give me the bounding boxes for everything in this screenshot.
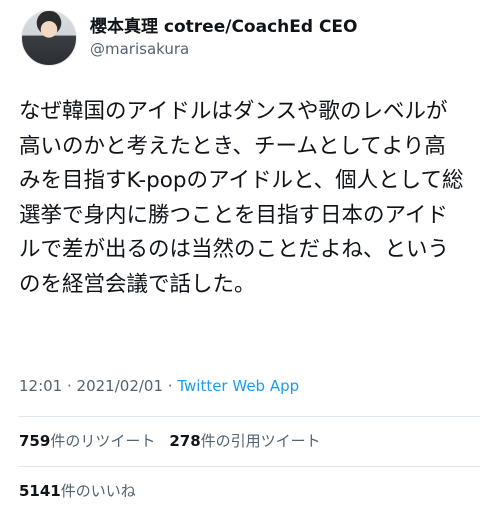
meta-separator: · [62, 377, 77, 395]
retweets-count: 759 [19, 432, 51, 450]
author-handle[interactable]: @marisakura [90, 38, 358, 60]
likes-count: 5141 [19, 482, 61, 500]
tweet-text: なぜ韓国のアイドルはダンスや歌のレベルが高いのかと考えたとき、チームとしてより高… [19, 99, 464, 297]
avatar[interactable] [21, 10, 77, 66]
divider [19, 416, 480, 417]
divider [19, 466, 480, 467]
quotes-label: 件の引用ツイート [200, 432, 321, 450]
tweet-source-link[interactable]: Twitter Web App [177, 377, 299, 395]
author-info: 櫻本真理 cotree/CoachEd CEO @marisakura [90, 16, 358, 60]
author-display-name[interactable]: 櫻本真理 cotree/CoachEd CEO [90, 16, 358, 38]
engagement-stats: 759件のリツイート 278件の引用ツイート [19, 430, 335, 451]
tweet-time[interactable]: 12:01 [19, 377, 62, 395]
tweet-date[interactable]: 2021/02/01 [77, 377, 163, 395]
meta-separator: · [163, 377, 178, 395]
tweet-detail: 櫻本真理 cotree/CoachEd CEO @marisakura なぜ韓国… [0, 0, 480, 510]
tweet-header: 櫻本真理 cotree/CoachEd CEO @marisakura [21, 10, 358, 66]
retweets-label: 件のリツイート [50, 432, 156, 450]
tweet-meta: 12:01 · 2021/02/01 · Twitter Web App [19, 377, 299, 395]
retweets-stat[interactable]: 759件のリツイート [19, 430, 155, 451]
quotes-count: 278 [169, 432, 201, 450]
likes-stat[interactable]: 5141件のいいね [19, 480, 136, 501]
likes-label: 件のいいね [60, 482, 136, 500]
quotes-stat[interactable]: 278件の引用ツイート [169, 430, 320, 451]
